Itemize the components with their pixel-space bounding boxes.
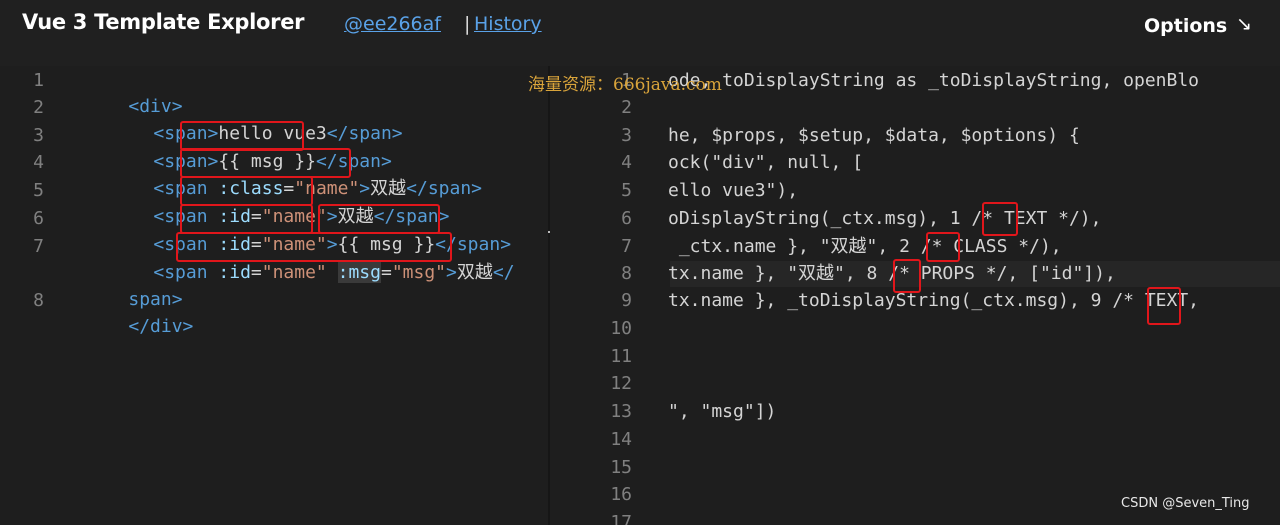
line-number: 6 bbox=[33, 208, 44, 229]
line-number: 16 bbox=[610, 484, 632, 505]
line-number: 2 bbox=[621, 97, 632, 118]
highlight-box bbox=[926, 232, 960, 262]
code-line: ock("div", null, [ bbox=[668, 152, 864, 173]
line-number: 3 bbox=[33, 125, 44, 146]
highlight-box bbox=[1147, 287, 1181, 325]
app-title: Vue 3 Template Explorer bbox=[22, 10, 305, 34]
code-line: <div> bbox=[128, 96, 183, 117]
code-line: </div> bbox=[128, 316, 194, 337]
line-number: 3 bbox=[621, 125, 632, 146]
code-line: he, $props, $setup, $data, $options) { bbox=[668, 125, 1080, 146]
line-number: 4 bbox=[621, 152, 632, 173]
line-number: 1 bbox=[33, 70, 44, 91]
history-link[interactable]: History bbox=[474, 13, 542, 35]
options-button[interactable]: Options bbox=[1144, 15, 1227, 37]
highlight-box bbox=[180, 121, 304, 151]
line-number: 9 bbox=[621, 290, 632, 311]
line-number: 12 bbox=[610, 373, 632, 394]
line-number: 8 bbox=[33, 290, 44, 311]
code-line: ode, toDisplayString as _toDisplayString… bbox=[668, 70, 1200, 91]
line-number: 5 bbox=[621, 180, 632, 201]
line-number: 8 bbox=[621, 263, 632, 284]
credit-text: CSDN @Seven_Ting bbox=[1121, 496, 1250, 511]
watermark-text: 海量资源：666java.com bbox=[528, 75, 722, 95]
header-separator: | bbox=[464, 13, 471, 35]
line-number: 10 bbox=[610, 318, 632, 339]
code-line: oDisplayString(_ctx.msg), 1 /* TEXT */), bbox=[668, 208, 1102, 229]
top-bar: Vue 3 Template Explorer @ee266af | Histo… bbox=[0, 0, 1280, 66]
highlight-box bbox=[318, 204, 440, 234]
highlight-box bbox=[180, 204, 313, 234]
arrow-down-right-icon[interactable]: ↘ bbox=[1236, 13, 1252, 35]
code-line: span> bbox=[128, 289, 183, 310]
template-editor[interactable]: 1 2 3 4 5 6 7 8 <div> <span>hello vue3</… bbox=[0, 66, 548, 525]
line-number: 11 bbox=[610, 346, 632, 367]
code-line: tx.name }, _toDisplayString(_ctx.msg), 9… bbox=[668, 290, 1200, 311]
line-number: 6 bbox=[621, 208, 632, 229]
line-number: 13 bbox=[610, 401, 632, 422]
compiled-output-editor[interactable]: 1 2 3 4 5 6 7 8 9 10 11 12 13 14 15 16 1… bbox=[550, 66, 1280, 525]
highlight-box bbox=[180, 148, 351, 178]
line-number: 17 bbox=[610, 512, 632, 525]
highlight-box bbox=[982, 202, 1018, 236]
highlight-box bbox=[176, 232, 452, 262]
line-number: 7 bbox=[33, 236, 44, 257]
line-number: 4 bbox=[33, 152, 44, 173]
code-line: _ctx.name }, "双越", 2 /* CLASS */), bbox=[668, 236, 1062, 257]
highlight-box bbox=[893, 259, 921, 293]
code-line: ", "msg"]) bbox=[668, 401, 777, 422]
code-line: <span>hello vue3</span> bbox=[153, 123, 403, 144]
line-number: 5 bbox=[33, 180, 44, 201]
line-number: 2 bbox=[33, 97, 44, 118]
code-line: ello vue3"), bbox=[668, 180, 799, 201]
line-number: 7 bbox=[621, 236, 632, 257]
commit-link[interactable]: @ee266af bbox=[344, 13, 441, 35]
line-number: 14 bbox=[610, 429, 632, 450]
line-number: 15 bbox=[610, 457, 632, 478]
code-line: tx.name }, "双越", 8 /* PROPS */, ["id"]), bbox=[668, 263, 1116, 284]
highlight-box bbox=[180, 176, 313, 206]
